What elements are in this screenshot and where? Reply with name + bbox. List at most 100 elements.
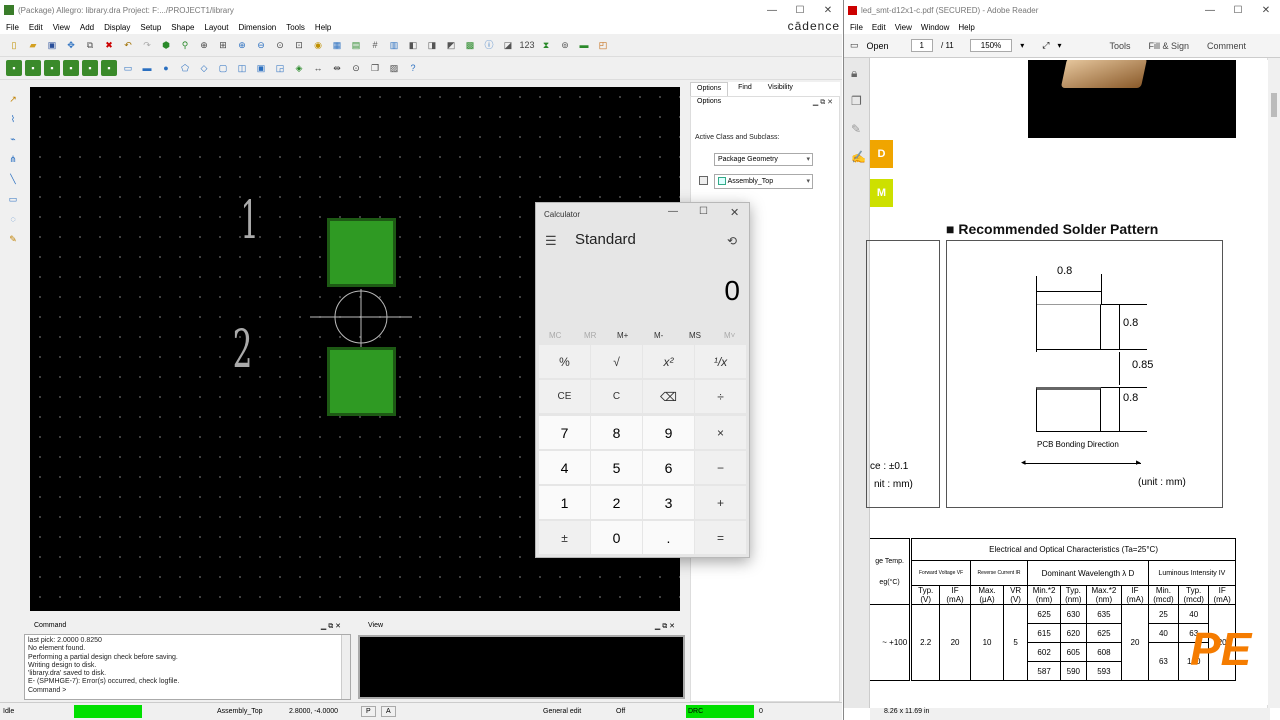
view-panel[interactable] xyxy=(358,635,685,699)
layers-icon[interactable]: ▤ xyxy=(348,37,364,53)
digit-9-button[interactable]: 9 xyxy=(643,416,694,449)
route-icon[interactable]: ↗ xyxy=(5,91,21,107)
panel-controls-icon[interactable]: ▁ ⧉ ✕ xyxy=(655,622,675,634)
shape-edit-icon[interactable]: ◇ xyxy=(196,60,212,76)
tools-button[interactable]: Tools xyxy=(1109,41,1130,51)
pad-2[interactable] xyxy=(327,347,396,416)
digit-8-button[interactable]: 8 xyxy=(591,416,642,449)
pages-icon[interactable]: ❐ xyxy=(851,94,862,108)
reader-menu-file[interactable]: File xyxy=(850,23,863,32)
dim-datum-icon[interactable]: ⇹ xyxy=(329,60,345,76)
subtract-button[interactable]: − xyxy=(695,451,746,484)
memory-clear-button[interactable]: MC xyxy=(549,331,561,340)
shape-circle-icon[interactable]: ● xyxy=(158,60,174,76)
color-icon[interactable]: ▥ xyxy=(386,37,402,53)
panel-controls-icon[interactable]: ▁ ⧉ ✕ xyxy=(321,622,341,634)
layer-top-icon[interactable]: ▪ xyxy=(6,60,22,76)
dimension-icon[interactable]: ◈ xyxy=(291,60,307,76)
reader-maximize-button[interactable]: ☐ xyxy=(1224,5,1252,16)
tab-visibility[interactable]: Visibility xyxy=(761,82,799,96)
undo-icon[interactable]: ↶ xyxy=(120,37,136,53)
memory-recall-button[interactable]: MR xyxy=(584,331,596,340)
board-icon[interactable]: ▬ xyxy=(576,37,592,53)
constraint-icon[interactable]: ◪ xyxy=(500,37,516,53)
percent-button[interactable]: % xyxy=(539,345,590,378)
memory-list-button[interactable]: M˅ xyxy=(724,331,735,340)
layer-inner-icon[interactable]: ▪ xyxy=(63,60,79,76)
menu-file[interactable]: File xyxy=(6,23,19,32)
comment-button[interactable]: Comment xyxy=(1207,41,1246,51)
lock-icon[interactable]: 🔒︎ xyxy=(851,66,857,81)
reader-minimize-button[interactable]: — xyxy=(1196,5,1224,16)
via-icon[interactable]: ◌ xyxy=(5,211,21,227)
shape-select-icon[interactable]: ▣ xyxy=(253,60,269,76)
digit-7-button[interactable]: 7 xyxy=(539,416,590,449)
shadow-icon[interactable]: ◧ xyxy=(405,37,421,53)
zoom-in-icon[interactable]: ⊕ xyxy=(234,37,250,53)
shape-fill-icon[interactable]: ▬ xyxy=(139,60,155,76)
minimize-button[interactable]: — xyxy=(758,5,786,16)
info-icon[interactable]: ⓘ xyxy=(481,37,497,53)
reader-menu-window[interactable]: Window xyxy=(921,23,949,32)
reader-menu-view[interactable]: View xyxy=(895,23,912,32)
help-icon[interactable]: ? xyxy=(405,60,421,76)
calc-maximize-button[interactable]: ☐ xyxy=(699,206,708,217)
memory-subtract-button[interactable]: M- xyxy=(654,331,663,340)
3d-view-icon[interactable]: ▦ xyxy=(329,37,345,53)
digit-3-button[interactable]: 3 xyxy=(643,486,694,519)
sqrt-button[interactable]: √ xyxy=(591,345,642,378)
open-button[interactable]: Open xyxy=(867,41,889,51)
close-button[interactable]: ✕ xyxy=(814,5,842,16)
image-icon[interactable]: ▨ xyxy=(386,60,402,76)
equals-button[interactable]: = xyxy=(695,521,746,554)
add-connect-icon[interactable]: ⬢ xyxy=(158,37,174,53)
placement-icon[interactable]: ◰ xyxy=(595,37,611,53)
status-a-button[interactable]: A xyxy=(381,706,396,717)
digit-0-button[interactable]: 0 xyxy=(591,521,642,554)
clear-entry-button[interactable]: CE xyxy=(539,380,590,413)
redo-icon[interactable]: ↷ xyxy=(139,37,155,53)
pin-icon[interactable]: ⚲ xyxy=(177,37,193,53)
snapshot-icon[interactable]: ❐ xyxy=(367,60,383,76)
slide-icon[interactable]: ⌇ xyxy=(5,111,21,127)
menu-view[interactable]: View xyxy=(53,23,70,32)
multiply-button[interactable]: × xyxy=(695,416,746,449)
divide-button[interactable]: ÷ xyxy=(695,380,746,413)
dehighlight-icon[interactable]: ◩ xyxy=(443,37,459,53)
hamburger-menu-icon[interactable]: ☰ xyxy=(545,233,557,249)
menu-edit[interactable]: Edit xyxy=(29,23,43,32)
status-p-button[interactable]: P xyxy=(361,706,376,717)
grid-icon[interactable]: # xyxy=(367,37,383,53)
memory-add-button[interactable]: M+ xyxy=(617,331,628,340)
menu-help[interactable]: Help xyxy=(315,23,331,32)
reader-close-button[interactable]: ✕ xyxy=(1252,5,1280,16)
page-number-input[interactable]: 1 xyxy=(910,39,933,52)
zoom-points-icon[interactable]: ⊕ xyxy=(196,37,212,53)
calc-close-button[interactable]: ✕ xyxy=(730,206,739,219)
line-icon[interactable]: ╲ xyxy=(5,171,21,187)
tab-find[interactable]: Find xyxy=(728,82,762,96)
calc-minimize-button[interactable]: — xyxy=(668,206,678,217)
maximize-button[interactable]: ☐ xyxy=(786,5,814,16)
menu-display[interactable]: Display xyxy=(104,23,130,32)
folder-icon[interactable]: ▭ xyxy=(850,40,859,51)
menu-layout[interactable]: Layout xyxy=(204,23,228,32)
dim-linear-icon[interactable]: ↔ xyxy=(310,60,326,76)
zoom-fit-icon[interactable]: ⊞ xyxy=(215,37,231,53)
backspace-button[interactable]: ⌫ xyxy=(643,380,694,413)
unrats-icon[interactable]: ▩ xyxy=(462,37,478,53)
zoom-select[interactable]: 150% xyxy=(969,39,1013,52)
negate-button[interactable]: ± xyxy=(539,521,590,554)
shape-merge-icon[interactable]: ◫ xyxy=(234,60,250,76)
camera-icon[interactable]: ⊙ xyxy=(348,60,364,76)
copy-icon[interactable]: ⧉ xyxy=(82,37,98,53)
digit-4-button[interactable]: 4 xyxy=(539,451,590,484)
zoom-out-icon[interactable]: ⊖ xyxy=(253,37,269,53)
shape-poly-icon[interactable]: ⬠ xyxy=(177,60,193,76)
delay-tune-icon[interactable]: ⌁ xyxy=(5,131,21,147)
shape-void-icon[interactable]: ▢ xyxy=(215,60,231,76)
subclass-color-swatch[interactable] xyxy=(699,176,708,185)
layer-all-icon[interactable]: ▪ xyxy=(44,60,60,76)
memory-store-button[interactable]: MS xyxy=(689,331,701,340)
reader-menu-help[interactable]: Help xyxy=(958,23,974,32)
